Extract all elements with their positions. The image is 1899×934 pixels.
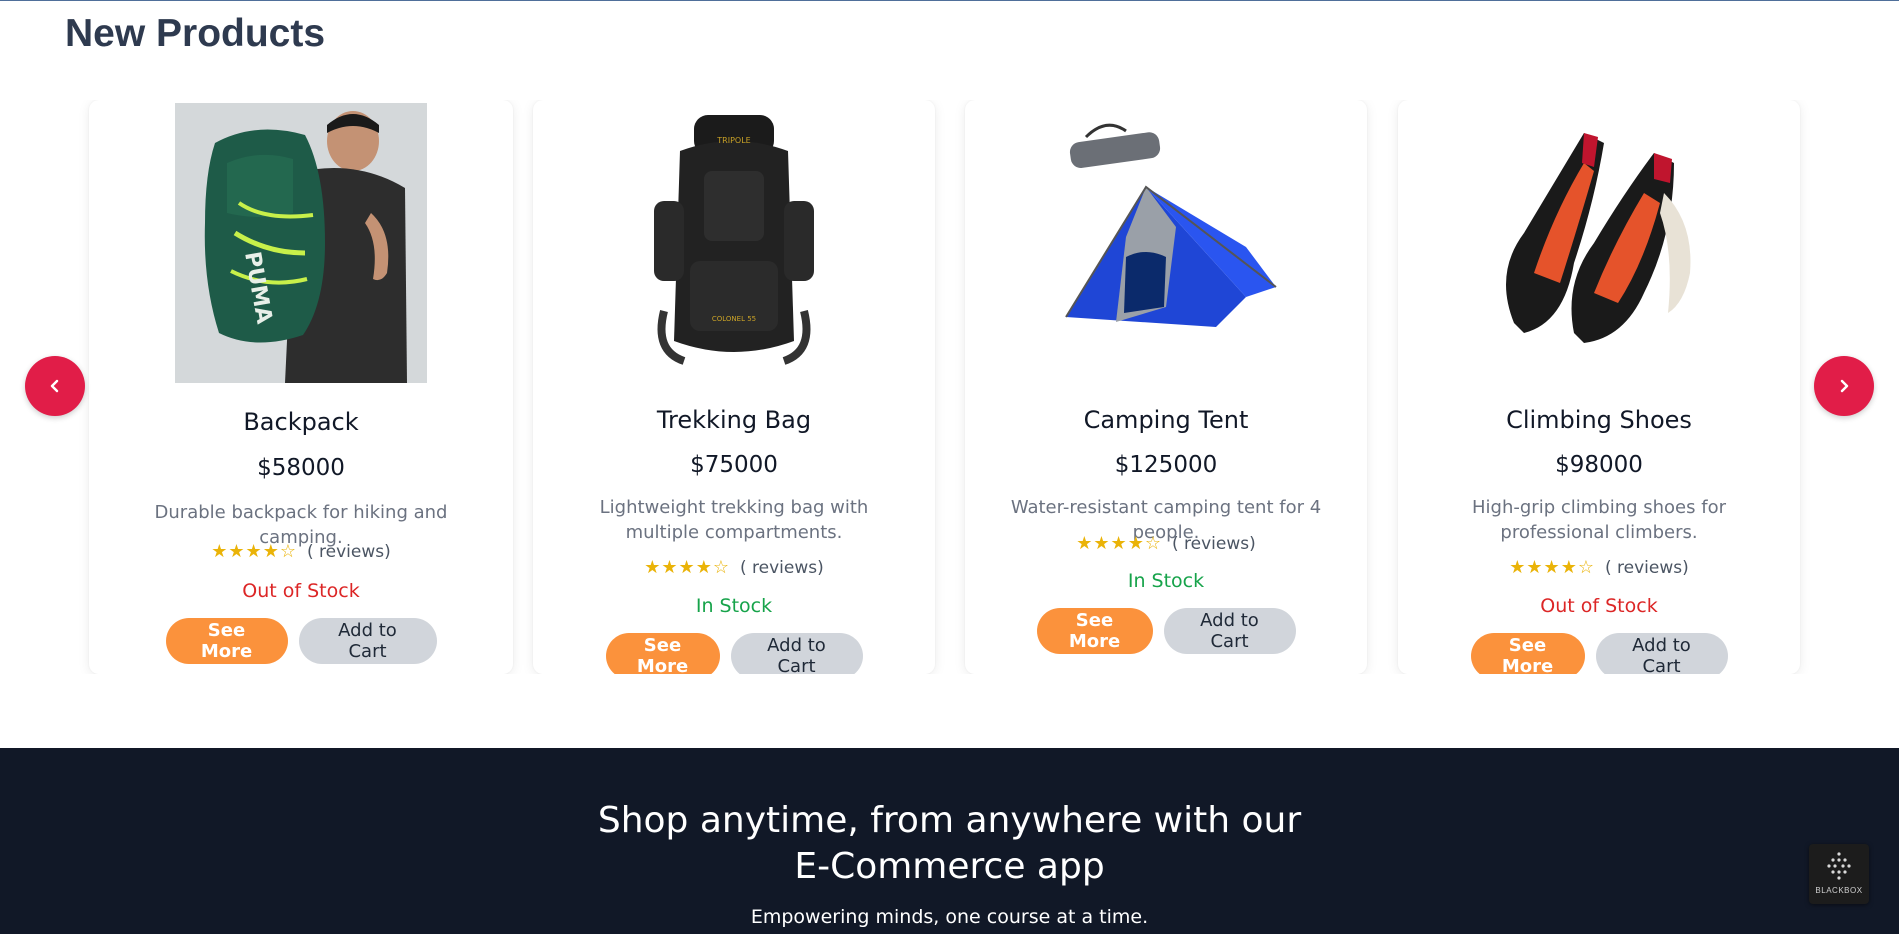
trekking-bag-image[interactable]: TRIPOLE COLONEL 55 bbox=[634, 111, 834, 375]
chevron-left-icon bbox=[50, 379, 59, 393]
product-name: Backpack bbox=[243, 408, 359, 436]
reviews-count: ( reviews) bbox=[306, 542, 391, 562]
product-rating: ★★★★☆ ( reviews) bbox=[89, 541, 513, 562]
see-more-button[interactable]: See More bbox=[165, 618, 288, 664]
app-promo-footer: Shop anytime, from anywhere with our E-C… bbox=[0, 748, 1899, 934]
reviews-count: ( reviews) bbox=[1171, 534, 1256, 554]
product-rating: ★★★★☆ ( reviews) bbox=[965, 533, 1367, 554]
reviews-count: ( reviews) bbox=[739, 558, 824, 578]
product-name: Climbing Shoes bbox=[1506, 406, 1692, 434]
stock-status: Out of Stock bbox=[1540, 595, 1658, 617]
stock-status: In Stock bbox=[1127, 570, 1205, 592]
add-to-cart-button[interactable]: Add to Cart bbox=[298, 618, 437, 664]
section-title: New Products bbox=[65, 12, 326, 55]
product-description: Lightweight trekking bag with multiple c… bbox=[599, 497, 869, 543]
product-card: Climbing Shoes $98000 High-grip climbing… bbox=[1398, 100, 1800, 674]
footer-heading-line: Shop anytime, from anywhere with our bbox=[597, 800, 1302, 841]
star-rating-icon: ★★★★☆ bbox=[644, 557, 730, 578]
product-rating: ★★★★☆ ( reviews) bbox=[1398, 557, 1800, 578]
product-card: TRIPOLE COLONEL 55 Trekking Bag $75000 L… bbox=[533, 100, 935, 674]
add-to-cart-button[interactable]: Add to Cart bbox=[730, 633, 863, 674]
product-price: $75000 bbox=[690, 452, 778, 478]
see-more-button[interactable]: See More bbox=[1036, 608, 1153, 654]
product-price: $125000 bbox=[1114, 452, 1218, 478]
blackbox-grid-icon bbox=[1827, 852, 1851, 880]
product-rating: ★★★★☆ ( reviews) bbox=[533, 557, 935, 578]
card-actions: See More Add to Cart bbox=[1398, 633, 1800, 674]
blackbox-logo[interactable]: BLACKBOX bbox=[1809, 844, 1869, 904]
product-name: Trekking Bag bbox=[656, 406, 812, 434]
card-actions: See More Add to Cart bbox=[965, 608, 1367, 654]
footer-subtitle: Empowering minds, one course at a time. bbox=[750, 906, 1149, 928]
chevron-right-icon bbox=[1840, 379, 1849, 393]
footer-heading-line: E-Commerce app bbox=[794, 846, 1105, 887]
carousel-next-button[interactable] bbox=[1814, 356, 1874, 416]
stock-status: In Stock bbox=[695, 595, 773, 617]
star-rating-icon: ★★★★☆ bbox=[1076, 533, 1162, 554]
svg-text:TRIPOLE: TRIPOLE bbox=[716, 136, 750, 145]
product-card: Camping Tent $125000 Water-resistant cam… bbox=[965, 100, 1367, 674]
see-more-button[interactable]: See More bbox=[605, 633, 720, 674]
camping-tent-image[interactable] bbox=[1046, 117, 1286, 347]
watermark-text: BLACKBOX bbox=[1815, 886, 1863, 895]
see-more-button[interactable]: See More bbox=[1470, 633, 1585, 674]
climbing-shoes-image[interactable] bbox=[1484, 123, 1714, 353]
product-name: Camping Tent bbox=[1083, 406, 1249, 434]
stock-status: Out of Stock bbox=[242, 580, 360, 602]
star-rating-icon: ★★★★☆ bbox=[211, 541, 297, 562]
card-actions: See More Add to Cart bbox=[533, 633, 935, 674]
add-to-cart-button[interactable]: Add to Cart bbox=[1595, 633, 1728, 674]
product-carousel: PUMA Backpack $58000 Durable backpack fo… bbox=[0, 100, 1899, 674]
add-to-cart-button[interactable]: Add to Cart bbox=[1163, 608, 1296, 654]
backpack-image[interactable]: PUMA bbox=[175, 103, 427, 383]
carousel-prev-button[interactable] bbox=[25, 356, 85, 416]
reviews-count: ( reviews) bbox=[1604, 558, 1689, 578]
top-divider bbox=[0, 0, 1899, 1]
footer-heading: Shop anytime, from anywhere with our E-C… bbox=[0, 798, 1899, 890]
card-actions: See More Add to Cart bbox=[89, 618, 513, 664]
product-price: $58000 bbox=[257, 455, 345, 481]
svg-text:COLONEL 55: COLONEL 55 bbox=[712, 315, 756, 323]
product-price: $98000 bbox=[1555, 452, 1643, 478]
product-card: PUMA Backpack $58000 Durable backpack fo… bbox=[89, 100, 513, 674]
product-description: High-grip climbing shoes for professiona… bbox=[1472, 497, 1726, 543]
star-rating-icon: ★★★★☆ bbox=[1509, 557, 1595, 578]
